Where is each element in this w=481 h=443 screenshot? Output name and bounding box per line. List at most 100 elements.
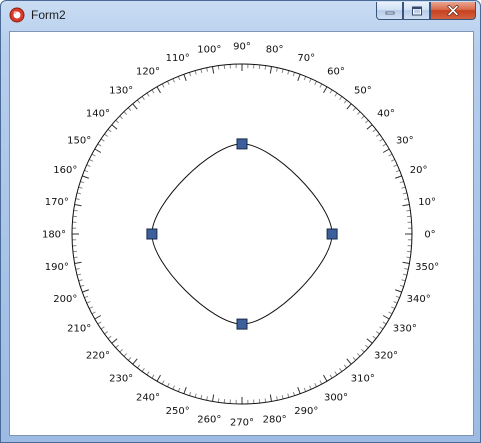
tick-mark bbox=[334, 371, 338, 376]
angle-label: 330° bbox=[393, 324, 417, 335]
tick-mark bbox=[361, 348, 365, 353]
tick-mark bbox=[146, 92, 150, 97]
tick-mark bbox=[269, 394, 273, 402]
app-window: Form2 0° 10° 20° 30° 40° 50° 60° 70° 80°… bbox=[0, 0, 481, 443]
tick-mark bbox=[132, 103, 138, 110]
tick-mark bbox=[194, 393, 197, 398]
tick-mark bbox=[200, 394, 203, 400]
tick-mark bbox=[382, 315, 390, 320]
tick-mark bbox=[281, 68, 284, 74]
tick-mark bbox=[100, 138, 105, 142]
tick-mark bbox=[399, 180, 404, 184]
polar-curve bbox=[151, 143, 333, 325]
angle-label: 240° bbox=[136, 392, 160, 403]
tick-mark bbox=[323, 86, 328, 94]
angle-label: 90° bbox=[233, 42, 251, 53]
polar-chart[interactable]: 0° 10° 20° 30° 40° 50° 60° 70° 80° 90° 100° 110° 120… bbox=[10, 32, 473, 435]
tick-mark bbox=[388, 153, 393, 157]
maximize-button[interactable] bbox=[403, 2, 430, 20]
tick-mark bbox=[269, 66, 273, 74]
tick-mark bbox=[82, 289, 90, 293]
angle-label: 230° bbox=[109, 374, 133, 385]
tick-mark bbox=[167, 80, 170, 86]
angle-label: 340° bbox=[407, 294, 431, 305]
tick-mark bbox=[194, 70, 197, 75]
angle-label: 260° bbox=[197, 415, 221, 426]
close-button[interactable] bbox=[430, 2, 476, 20]
tick-mark bbox=[217, 398, 220, 403]
angle-label: 10° bbox=[418, 197, 436, 208]
tick-mark bbox=[404, 198, 409, 200]
client-area: 0° 10° 20° 30° 40° 50° 60° 70° 80° 90° 100° 110° 120… bbox=[9, 31, 474, 436]
close-icon bbox=[447, 5, 459, 16]
tick-mark bbox=[382, 143, 387, 147]
tick-mark bbox=[401, 186, 406, 189]
tick-mark bbox=[319, 83, 323, 88]
tick-mark bbox=[75, 198, 80, 200]
tick-mark bbox=[97, 143, 102, 147]
tick-mark bbox=[390, 159, 396, 162]
tick-mark bbox=[111, 338, 118, 344]
tick-mark bbox=[206, 67, 208, 72]
tick-mark bbox=[287, 393, 290, 398]
tick-mark bbox=[297, 386, 301, 394]
angle-label: 80° bbox=[266, 44, 284, 55]
tick-mark bbox=[84, 169, 89, 173]
tick-mark bbox=[161, 380, 165, 385]
tick-mark bbox=[188, 72, 192, 77]
angle-label: 280° bbox=[263, 415, 287, 426]
tick-mark bbox=[211, 66, 215, 74]
tick-mark bbox=[177, 76, 181, 81]
control-point-handle[interactable] bbox=[326, 228, 338, 240]
control-point-handle[interactable] bbox=[236, 138, 248, 150]
tick-mark bbox=[123, 353, 128, 357]
title-bar[interactable]: Form2 bbox=[1, 1, 480, 30]
angle-label: 150° bbox=[67, 136, 91, 147]
tick-mark bbox=[76, 273, 82, 276]
angle-label: 0° bbox=[424, 230, 435, 241]
tick-mark bbox=[91, 153, 96, 157]
tick-mark bbox=[287, 70, 290, 75]
tick-mark bbox=[352, 357, 357, 361]
tick-mark bbox=[292, 72, 296, 77]
tick-mark bbox=[309, 385, 312, 390]
tick-mark bbox=[390, 306, 396, 309]
control-point-handle[interactable] bbox=[236, 318, 248, 330]
tick-mark bbox=[82, 175, 90, 179]
tick-mark bbox=[264, 65, 267, 70]
tick-mark bbox=[303, 387, 307, 392]
tick-mark bbox=[339, 96, 343, 100]
tick-mark bbox=[379, 138, 384, 142]
tick-mark bbox=[343, 99, 348, 104]
minimize-button[interactable] bbox=[376, 2, 403, 20]
tick-mark bbox=[127, 357, 132, 361]
angle-label: 210° bbox=[67, 324, 91, 335]
tick-mark bbox=[334, 92, 338, 97]
tick-mark bbox=[329, 374, 333, 379]
tick-mark bbox=[75, 268, 80, 270]
tick-marks bbox=[72, 64, 412, 404]
angle-label: 320° bbox=[374, 350, 398, 361]
tick-mark bbox=[76, 192, 82, 195]
tick-mark bbox=[141, 368, 145, 372]
tick-mark bbox=[361, 115, 365, 120]
tick-mark bbox=[314, 382, 317, 388]
tick-mark bbox=[183, 386, 187, 394]
tick-mark bbox=[372, 128, 377, 133]
tick-mark bbox=[111, 124, 118, 130]
tick-mark bbox=[167, 382, 170, 388]
angle-label: 20° bbox=[410, 165, 428, 176]
tick-mark bbox=[404, 268, 409, 270]
tick-mark bbox=[100, 326, 105, 330]
control-point-handle[interactable] bbox=[146, 228, 158, 240]
tick-mark bbox=[119, 115, 123, 120]
tick-mark bbox=[91, 311, 96, 315]
tick-mark bbox=[88, 306, 94, 309]
tick-mark bbox=[297, 74, 301, 82]
tick-mark bbox=[177, 387, 181, 392]
tick-mark bbox=[388, 311, 393, 315]
tick-mark bbox=[394, 175, 402, 179]
tick-mark bbox=[107, 335, 112, 340]
minimize-icon bbox=[385, 11, 394, 14]
angle-label: 220° bbox=[86, 350, 110, 361]
